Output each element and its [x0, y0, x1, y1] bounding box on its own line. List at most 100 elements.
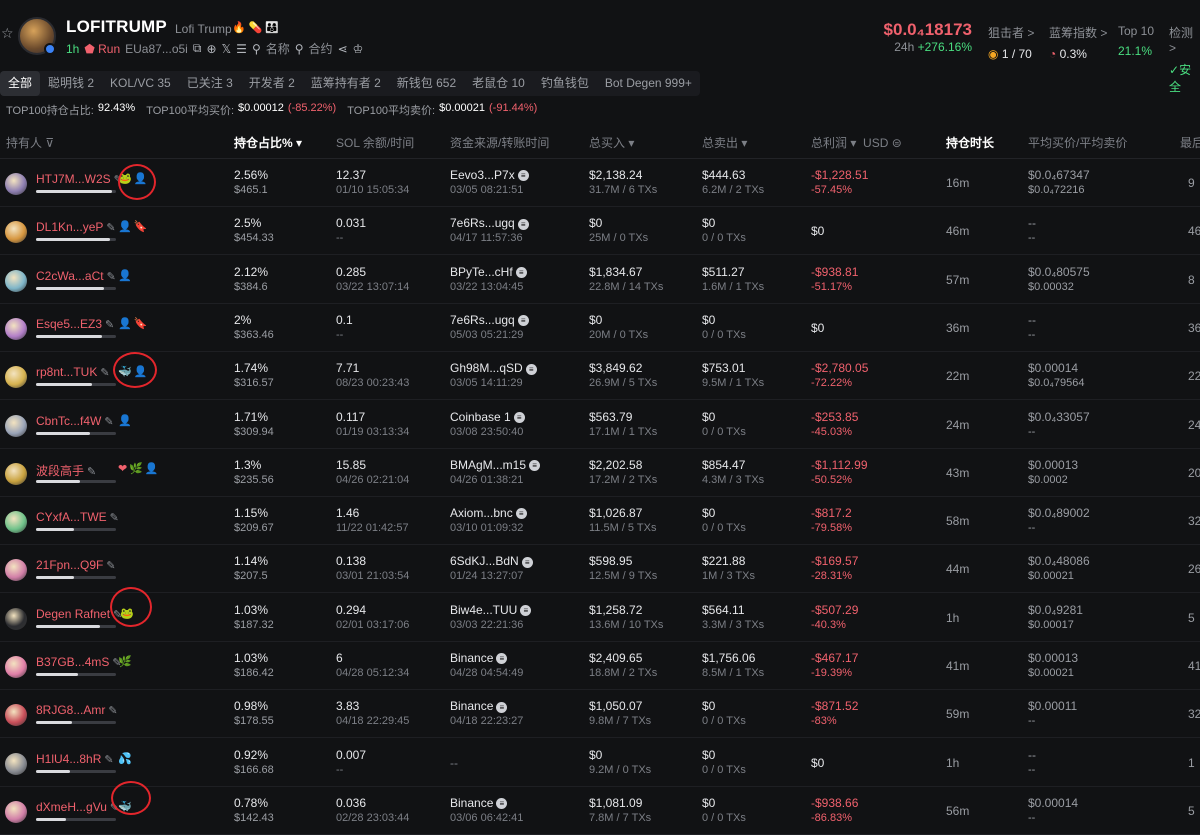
col-total-sell[interactable]: 总卖出 ▾	[702, 134, 747, 151]
table-row[interactable]: CbnTc...f4W ✎ 👤 1.71% $309.94 0.117 01/19…	[0, 401, 1200, 449]
edit-icon[interactable]: ✎	[106, 560, 115, 572]
transfer-time: 03/06 06:42:41	[450, 811, 524, 824]
holder-address[interactable]: 21Fpn...Q9F ✎	[36, 558, 116, 572]
stat-snipers[interactable]: 狙击者 > ◉ 1 / 70	[988, 24, 1034, 61]
tab-bot-degen[interactable]: Bot Degen 999+	[597, 71, 700, 96]
contract-address[interactable]: EUa87...o5i	[125, 42, 188, 56]
fund-source[interactable]: Axiom...bnc ≡	[450, 506, 527, 520]
holder-address[interactable]: H1lU4...8hR ✎	[36, 752, 114, 766]
table-row[interactable]: 8RJG8...Amr ✎ 0.98% $178.55 3.83 04/18 22…	[0, 690, 1200, 739]
col-total-buy[interactable]: 总买入 ▾	[589, 134, 634, 151]
tab-new-wallets[interactable]: 新钱包 652	[389, 71, 464, 96]
holder-address[interactable]: rp8nt...TUK ✎	[36, 365, 110, 379]
fund-source[interactable]: Binance ≡	[450, 651, 508, 665]
total-sell-detail: 0 / 0 TXs	[702, 522, 746, 535]
holder-address[interactable]: Esqe5...EZ3 ✎	[36, 317, 114, 331]
menu-list-icon[interactable]: ☰	[236, 42, 247, 56]
fund-source[interactable]: Eevo3...P7x ≡	[450, 168, 529, 182]
holding-bar	[36, 817, 116, 821]
table-row[interactable]: B37GB...4mS ✎ 🌿 1.03% $186.42 6 04/28 05:…	[0, 642, 1200, 690]
profit-percent: -45.03%	[811, 425, 852, 438]
fund-source[interactable]: 7e6Rs...ugq ≡	[450, 313, 529, 327]
holder-address[interactable]: CYxfA...TWE ✎	[36, 510, 119, 524]
fund-source[interactable]: BMAgM...m15 ≡	[450, 458, 541, 472]
col-fund-source[interactable]: 资金来源/转账时间	[450, 134, 549, 151]
fund-source[interactable]: Binance ≡	[450, 796, 508, 810]
tab-kol-vc[interactable]: KOL/VC 35	[102, 71, 179, 96]
stat-bluechip[interactable]: 蓝筹指数 > ◔ 0.3%	[1049, 24, 1107, 61]
tab-followed[interactable]: 已关注 3	[179, 71, 241, 96]
tab-all[interactable]: 全部	[0, 71, 41, 96]
table-row[interactable]: rp8nt...TUK ✎ 🐳 👤 1.74% $316.57 7.71 08/23…	[0, 352, 1200, 401]
edit-icon[interactable]: ✎	[108, 705, 117, 717]
copy-icon[interactable]: ⧉	[193, 41, 202, 56]
search-contract-link[interactable]: 合约	[309, 40, 333, 57]
stat-audit[interactable]: 检测 > ✓安全	[1169, 24, 1200, 95]
holding-bar	[36, 528, 116, 532]
edit-icon[interactable]: ✎	[100, 367, 109, 379]
holder-address[interactable]: B37GB...4mS ✎	[36, 655, 122, 669]
fund-source[interactable]: Binance ≡	[450, 699, 508, 713]
hold-duration: 36m	[946, 320, 970, 335]
col-last[interactable]: 最后	[1180, 134, 1200, 151]
x-twitter-icon[interactable]: 𝕏	[222, 42, 232, 56]
table-row[interactable]: H1lU4...8hR ✎ 💦 0.92% $166.68 0.007 -- --…	[0, 739, 1200, 787]
fund-source[interactable]: 6SdKJ...BdN ≡	[450, 554, 533, 568]
holder-address[interactable]: dXmeH...gVu ✎	[36, 800, 119, 814]
tab-developer[interactable]: 开发者 2	[241, 71, 303, 96]
tab-rat-trader[interactable]: 老鼠仓 10	[464, 71, 533, 96]
holder-address[interactable]: 8RJG8...Amr ✎	[36, 703, 118, 717]
search-name-link[interactable]: 名称	[266, 40, 290, 57]
search-icon[interactable]: ⚲	[252, 42, 261, 56]
fund-source[interactable]: Gh98M...qSD ≡	[450, 361, 537, 375]
holder-address[interactable]: CbnTc...f4W ✎	[36, 414, 114, 428]
holder-address[interactable]: DL1Kn...yeP ✎	[36, 220, 116, 234]
col-holding-pct[interactable]: 持仓占比% ▾	[234, 134, 302, 151]
total-profit: -$507.29	[811, 602, 859, 617]
edit-icon[interactable]: ✎	[106, 222, 115, 234]
fund-source[interactable]: BPyTe...cHf ≡	[450, 265, 527, 279]
total-sell: $0	[702, 795, 716, 810]
col-holder[interactable]: 持有人 ⊽	[6, 134, 54, 151]
avg-sell-price: $0.00021	[1028, 570, 1074, 583]
tab-smart-money[interactable]: 聪明钱 2	[40, 71, 102, 96]
fund-source[interactable]: Coinbase 1 ≡	[450, 410, 525, 424]
table-row[interactable]: dXmeH...gVu ✎ 🐳 0.78% $142.43 0.036 02/28…	[0, 787, 1200, 835]
edit-icon[interactable]: ✎	[104, 754, 113, 766]
holder-address[interactable]: HTJ7M...W2S ✎	[36, 172, 123, 186]
total-buy: $0	[589, 312, 603, 327]
search-contract-icon[interactable]: ⚲	[295, 42, 304, 56]
edit-icon[interactable]: ✎	[110, 512, 119, 524]
globe-icon[interactable]: ⊕	[206, 42, 216, 56]
col-sol-balance[interactable]: SOL 余额/时间	[336, 134, 414, 151]
col-avg-price[interactable]: 平均买价/平均卖价	[1028, 134, 1127, 151]
col-total-profit[interactable]: 总利润 ▾ USD ⊜	[811, 134, 902, 151]
table-row[interactable]: Degen Rafnet ✎ 🐸 1.03% $187.32 0.294 02/0…	[0, 594, 1200, 642]
fund-source[interactable]: 7e6Rs...ugq ≡	[450, 216, 529, 230]
table-row[interactable]: C2cWa...aCt ✎ 👤 2.12% $384.6 0.285 03/22 …	[0, 256, 1200, 304]
table-row[interactable]: DL1Kn...yeP ✎ 👤 🔖 2.5% $454.33 0.031 -- 7e…	[0, 207, 1200, 256]
sol-time: 01/19 03:13:34	[336, 425, 410, 438]
table-row[interactable]: Esqe5...EZ3 ✎ 👤 🔖 2% $363.46 0.1 -- 7e6Rs.…	[0, 304, 1200, 352]
edit-icon[interactable]: ✎	[107, 271, 116, 283]
tab-phishing[interactable]: 钓鱼钱包	[533, 71, 597, 96]
edit-icon[interactable]: ✎	[87, 466, 96, 478]
edit-icon[interactable]: ✎	[104, 416, 113, 428]
share-icon[interactable]: ⋖	[338, 42, 348, 56]
table-row[interactable]: 21Fpn...Q9F ✎ 1.14% $207.5 0.138 03/01 21…	[0, 545, 1200, 594]
holder-address[interactable]: C2cWa...aCt ✎	[36, 269, 116, 283]
favorite-star-icon[interactable]: ☆	[1, 25, 14, 42]
tab-bluechip-holders[interactable]: 蓝筹持有者 2	[303, 71, 389, 96]
crown-icon[interactable]: ♔	[353, 42, 364, 56]
holding-bar	[36, 673, 116, 676]
edit-icon[interactable]: ✎	[105, 319, 114, 331]
fund-source[interactable]: Biw4e...TUU ≡	[450, 603, 532, 617]
avatar	[5, 366, 27, 389]
col-hold-duration[interactable]: 持仓时长	[946, 134, 994, 151]
table-row[interactable]: 波段高手 ✎ ❤ 🌿 👤 1.3% $235.56 15.85 04/26 02:21…	[0, 449, 1200, 497]
table-header: 持有人 ⊽ 持仓占比% ▾ SOL 余额/时间 资金来源/转账时间 总买入 ▾ …	[0, 125, 1200, 159]
table-row[interactable]: CYxfA...TWE ✎ 1.15% $209.67 1.46 11/22 01…	[0, 497, 1200, 546]
holding-usd: $178.55	[234, 715, 274, 728]
holder-address[interactable]: 波段高手 ✎	[36, 462, 96, 479]
table-row[interactable]: HTJ7M...W2S ✎ 🐸 👤 2.56% $465.1 12.37 01/10…	[0, 159, 1200, 207]
